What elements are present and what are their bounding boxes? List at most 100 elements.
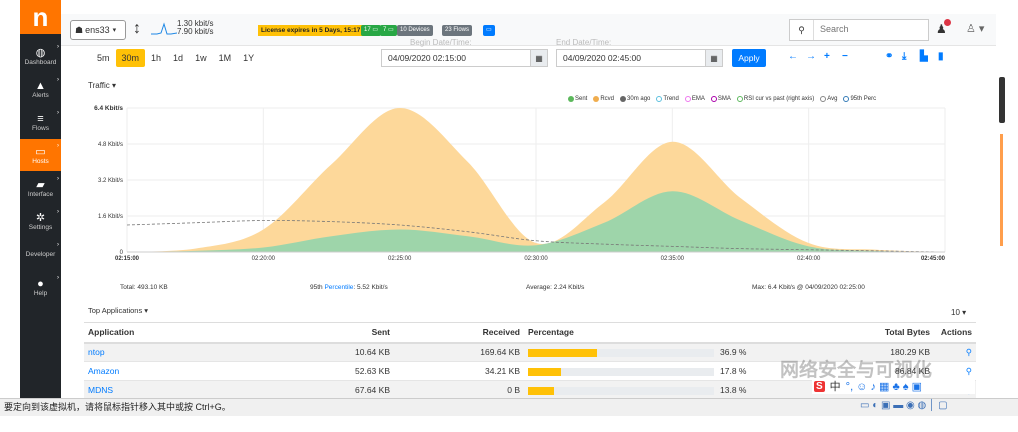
actions-cell: ⚲ — [934, 342, 976, 362]
search-icon: ⚲ — [790, 20, 814, 40]
status-badge[interactable]: 7 ▭ — [380, 25, 397, 36]
chevron-right-icon: › — [57, 209, 59, 215]
app-link[interactable]: MDNS — [84, 380, 274, 400]
dashboard-icon: ◍ — [35, 46, 46, 59]
ntop-logo[interactable]: n — [20, 0, 61, 34]
time-range-selector: 5m 30m 1h 1d 1w 1M 1Y — [91, 49, 260, 67]
zoom-icon[interactable]: ⚲ — [966, 347, 972, 357]
hosts-icon: ▭ — [35, 145, 46, 158]
table-header-row: Application Sent Received Percentage Tot… — [84, 322, 976, 344]
device-tray-icons[interactable]: ▭ ◐ ▣ ▬ ◉ ◍ │ ▢ — [860, 400, 948, 411]
zoom-in-icon[interactable]: + — [824, 51, 830, 62]
sent-cell: 10.64 KB — [274, 342, 394, 362]
status-badge[interactable]: 23 Flows — [442, 25, 473, 36]
zoom-out-icon[interactable]: − — [842, 51, 848, 62]
received-cell: 34.21 KB — [394, 361, 524, 381]
calendar-icon[interactable]: ▦ — [705, 49, 723, 67]
end-datetime-input[interactable]: 04/09/2020 02:45:00 — [556, 49, 721, 67]
alerts-bell-icon[interactable]: ♟ — [936, 19, 951, 36]
sidebar-item-interface[interactable]: ▰ Interface › — [20, 172, 61, 204]
percentage-bar — [528, 367, 714, 376]
chevron-down-icon: ▾ — [962, 308, 967, 317]
col-total-bytes[interactable]: Total Bytes — [809, 322, 934, 344]
x-tick-label: 02:35:00 — [661, 256, 685, 262]
stat-average: Average: 2.24 Kbit/s — [526, 284, 585, 291]
app-link[interactable]: Amazon — [84, 361, 274, 381]
notification-dot — [943, 19, 951, 26]
calendar-icon[interactable]: ▦ — [530, 49, 548, 67]
range-5m[interactable]: 5m — [91, 49, 116, 67]
col-sent[interactable]: Sent — [274, 322, 394, 344]
up-down-arrow-icon: ↕ — [133, 20, 141, 37]
chevron-down-icon: ▾ — [112, 27, 117, 34]
y-tick-label: 6.4 Kbit/s — [94, 105, 123, 112]
ime-mode[interactable]: 中 — [830, 378, 841, 394]
scrollbar-thumb[interactable] — [999, 77, 1005, 123]
range-30m[interactable]: 30m — [115, 49, 146, 67]
range-1y[interactable]: 1Y — [237, 49, 260, 67]
link-icon[interactable]: ⚭ — [885, 51, 893, 62]
status-badge[interactable]: ▭ — [483, 25, 495, 36]
interface-name: ens33 — [85, 25, 110, 35]
chevron-right-icon: › — [57, 143, 59, 149]
percentage-label: 13.8 % — [720, 385, 747, 395]
stat-max: Max: 6.4 Kbit/s @ 04/09/2020 02:25:00 — [752, 284, 865, 291]
traffic-dropdown-label: Traffic — [88, 81, 110, 90]
scrollbar-rail — [1000, 134, 1003, 246]
sidebar-item-label: Flows — [32, 124, 49, 132]
user-menu-icon[interactable]: ♙ ▾ — [966, 22, 984, 35]
page-size-dropdown[interactable]: 10 ▾ — [951, 308, 966, 317]
app-link[interactable]: ntop — [84, 342, 274, 362]
range-1m[interactable]: 1M — [213, 49, 238, 67]
sidebar-item-help[interactable]: ● Help › — [20, 271, 61, 303]
search-input[interactable] — [820, 24, 920, 34]
apply-button[interactable]: Apply — [732, 49, 766, 67]
sidebar-item-dashboard[interactable]: ◍ Dashboard › — [20, 40, 61, 72]
search-box[interactable]: ⚲ — [789, 19, 929, 41]
file-icon[interactable]: ▮ — [938, 51, 944, 62]
percentage-bar — [528, 386, 714, 395]
col-application[interactable]: Application — [84, 322, 274, 344]
status-badge[interactable]: 10 Devices — [397, 25, 433, 36]
range-1w[interactable]: 1w — [189, 49, 213, 67]
back-arrow-icon[interactable]: ← — [788, 51, 798, 62]
forward-arrow-icon[interactable]: → — [806, 51, 816, 62]
stat-95th-prefix: 95th — [310, 284, 323, 291]
col-received[interactable]: Received — [394, 322, 524, 344]
sidebar-item-label: Alerts — [32, 91, 49, 99]
interface-dropdown[interactable]: ☗ ens33 ▾ — [70, 20, 126, 40]
status-badge[interactable]: 17 ▭ — [361, 25, 382, 36]
sidebar-item-developer[interactable]: Developer › — [20, 238, 61, 270]
download-icon[interactable]: ⤓ — [902, 51, 906, 62]
flows-icon: ≡ — [37, 112, 44, 125]
sidebar-item-alerts[interactable]: ▲ Alerts › — [20, 73, 61, 105]
sidebar-item-settings[interactable]: ✲ Settings › — [20, 205, 61, 237]
traffic-dropdown[interactable]: Traffic ▾ — [88, 81, 116, 90]
percentage-cell: 13.8 % — [524, 380, 809, 400]
x-tick-label: 02:40:00 — [797, 256, 821, 262]
traffic-chart: 6.4 Kbit/s 4.8 Kbit/s 3.2 Kbit/s 1.6 Kbit/s… — [94, 105, 946, 262]
begin-datetime-input[interactable]: 04/09/2020 02:15:00 — [381, 49, 546, 67]
top-applications-dropdown[interactable]: Top Applications ▾ — [88, 306, 148, 315]
page-scrollbar[interactable] — [999, 0, 1018, 398]
range-1d[interactable]: 1d — [167, 49, 189, 67]
page-size-value: 10 — [951, 308, 960, 317]
percentage-fill — [528, 349, 597, 357]
col-actions: Actions — [934, 322, 976, 344]
ime-icons[interactable]: °, ☺ ♪ ▦ ♣ ♠ ▣ — [846, 380, 922, 393]
x-tick-label: 02:25:00 — [388, 256, 412, 262]
sogou-logo[interactable]: S — [814, 380, 825, 392]
sent-cell: 52.63 KB — [274, 361, 394, 381]
stat-total: Total: 493.10 KB — [120, 284, 168, 291]
chevron-right-icon: › — [57, 110, 59, 116]
chart-icon[interactable]: ▙ — [920, 51, 928, 62]
range-1h[interactable]: 1h — [145, 49, 167, 67]
sidebar-item-label: Settings — [28, 223, 53, 231]
sidebar-item-flows[interactable]: ≡ Flows › — [20, 106, 61, 138]
sidebar-item-hosts[interactable]: ▭ Hosts › — [20, 139, 61, 171]
col-percentage[interactable]: Percentage — [524, 322, 809, 344]
zoom-icon[interactable]: ⚲ — [966, 366, 972, 376]
traffic-sparkline — [151, 22, 177, 35]
sidebar-item-label: Developer — [25, 250, 56, 258]
percentile-link[interactable]: Percentile — [324, 284, 353, 291]
